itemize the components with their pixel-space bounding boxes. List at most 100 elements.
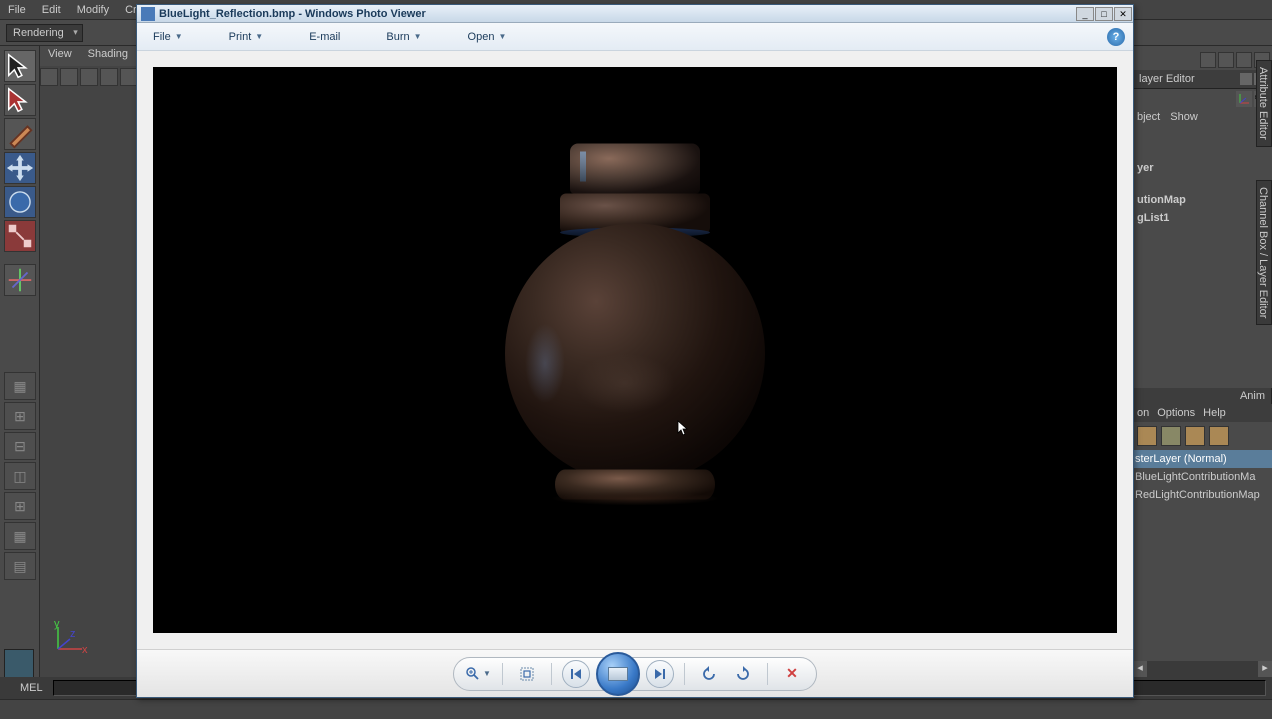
panel-icon-2[interactable] (1218, 52, 1234, 68)
tab-on[interactable]: on (1137, 407, 1149, 419)
layout-two-v[interactable]: ◫ (4, 462, 36, 490)
fit-button[interactable] (513, 660, 541, 688)
view-icon-2[interactable] (60, 68, 78, 86)
slideshow-icon (608, 667, 628, 681)
pv-menu-email[interactable]: E-mail (301, 27, 348, 47)
view-icon-4[interactable] (100, 68, 118, 86)
layout-outliner[interactable]: ▤ (4, 552, 36, 580)
attribute-editor-tab[interactable]: Attribute Editor (1256, 60, 1272, 147)
layer-icon-row (1133, 422, 1272, 450)
previous-button[interactable] (562, 660, 590, 688)
maya-view-icons (40, 68, 140, 88)
next-button[interactable] (646, 660, 674, 688)
chevron-down-icon: ▼ (498, 32, 506, 41)
layout-four[interactable]: ⊞ (4, 402, 36, 430)
view-icon-3[interactable] (80, 68, 98, 86)
maya-menu-edit[interactable]: Edit (34, 4, 69, 16)
maya-menu-file[interactable]: File (0, 4, 34, 16)
svg-text:x: x (82, 644, 88, 656)
tab-shading[interactable]: Shading (80, 46, 136, 66)
minimize-button[interactable]: _ (1076, 7, 1094, 21)
maya-status-bar (0, 699, 1272, 719)
pv-menubar: File▼ Print▼ E-mail Burn▼ Open▼ ? (137, 23, 1133, 51)
layout-three[interactable]: ⊞ (4, 492, 36, 520)
manip-tool[interactable] (4, 264, 36, 296)
delete-button[interactable]: ✕ (778, 660, 806, 688)
render-layer-item[interactable]: sterLayer (Normal) (1133, 450, 1272, 468)
mel-label: MEL (0, 682, 53, 694)
pv-image-viewport[interactable] (153, 67, 1117, 633)
maya-right-panels: layer Editor ⚙ bject Show yer utionMap g… (1132, 46, 1272, 677)
layer-icon-4[interactable] (1209, 426, 1229, 446)
pv-menu-file[interactable]: File▼ (145, 27, 191, 47)
workspace-dropdown[interactable]: Rendering (6, 24, 83, 42)
rotate-ccw-button[interactable] (695, 660, 723, 688)
tab-view[interactable]: View (40, 46, 80, 66)
svg-text:y: y (54, 619, 60, 630)
outliner-item[interactable]: gList1 (1135, 209, 1270, 227)
chevron-down-icon: ▼ (483, 669, 491, 678)
outliner-item[interactable]: utionMap (1135, 191, 1270, 209)
render-layer-list: sterLayer (Normal) BlueLightContribution… (1133, 450, 1272, 504)
rotate-cw-button[interactable] (729, 660, 757, 688)
layout-single[interactable]: ▦ (4, 372, 36, 400)
help-button[interactable]: ? (1107, 28, 1125, 46)
pv-toolbar: ▼ ✕ (137, 649, 1133, 697)
channel-box-tab[interactable]: Channel Box / Layer Editor (1256, 180, 1272, 325)
tab-anim[interactable]: Anim (1234, 388, 1272, 404)
layer-icon-3[interactable] (1185, 426, 1205, 446)
scale-tool[interactable] (4, 220, 36, 252)
pv-content-area (137, 51, 1133, 649)
pv-window-title: BlueLight_Reflection.bmp - Windows Photo… (159, 8, 1075, 20)
delete-x-icon: ✕ (786, 665, 798, 682)
slideshow-button[interactable] (596, 652, 640, 696)
panel-icon-1[interactable] (1200, 52, 1216, 68)
close-button[interactable]: ✕ (1114, 7, 1132, 21)
lasso-tool[interactable] (4, 84, 36, 116)
layer-tabs: Anim (1133, 388, 1272, 404)
panel-min-icon[interactable] (1240, 73, 1252, 85)
panel-icon-3[interactable] (1236, 52, 1252, 68)
chevron-down-icon: ▼ (414, 32, 422, 41)
object-menu[interactable]: bject (1137, 111, 1160, 123)
pv-titlebar[interactable]: BlueLight_Reflection.bmp - Windows Photo… (137, 5, 1133, 23)
scroll-right-icon[interactable]: ▸ (1258, 661, 1272, 677)
menu-options[interactable]: Options (1157, 407, 1195, 419)
chevron-down-icon: ▼ (175, 32, 183, 41)
show-menu[interactable]: Show (1170, 111, 1198, 123)
maximize-button[interactable]: □ (1095, 7, 1113, 21)
cursor-icon (677, 420, 689, 438)
outliner-item[interactable]: yer (1135, 159, 1270, 177)
zoom-button[interactable]: ▼ (464, 660, 492, 688)
svg-text:z: z (70, 628, 76, 640)
pv-menu-burn[interactable]: Burn▼ (378, 27, 429, 47)
maya-logo-icon (4, 649, 34, 679)
maya-menu-modify[interactable]: Modify (69, 4, 117, 16)
layer-icon-2[interactable] (1161, 426, 1181, 446)
move-tool[interactable] (4, 152, 36, 184)
layout-two-h[interactable]: ⊟ (4, 432, 36, 460)
pv-controls-pill: ▼ ✕ (453, 657, 817, 691)
rendered-vase-image (505, 144, 765, 500)
layer-editor-title: layer Editor (1133, 70, 1272, 89)
chevron-down-icon: ▼ (255, 32, 263, 41)
scroll-left-icon[interactable]: ◂ (1133, 661, 1147, 677)
select-tool[interactable] (4, 50, 36, 82)
pv-app-icon (141, 7, 155, 21)
render-layer-item[interactable]: BlueLightContributionMa (1133, 468, 1272, 486)
paint-tool[interactable] (4, 118, 36, 150)
view-icon-1[interactable] (40, 68, 58, 86)
photo-viewer-window: BlueLight_Reflection.bmp - Windows Photo… (136, 4, 1134, 698)
rotate-tool[interactable] (4, 186, 36, 218)
maya-toolbox (0, 46, 40, 689)
render-layer-item[interactable]: RedLightContributionMap (1133, 486, 1272, 504)
menu-help[interactable]: Help (1203, 407, 1226, 419)
pv-menu-print[interactable]: Print▼ (221, 27, 272, 47)
maya-view-tabs: View Shading (40, 46, 140, 66)
maya-layout-icons: ▦ ⊞ ⊟ ◫ ⊞ ▦ ▤ (2, 370, 38, 582)
layer-icon-1[interactable] (1137, 426, 1157, 446)
layout-persp[interactable]: ▦ (4, 522, 36, 550)
pv-menu-open[interactable]: Open▼ (460, 27, 515, 47)
axis-gizmo-icon: y xz (48, 619, 88, 659)
axis-icon[interactable] (1236, 91, 1252, 107)
